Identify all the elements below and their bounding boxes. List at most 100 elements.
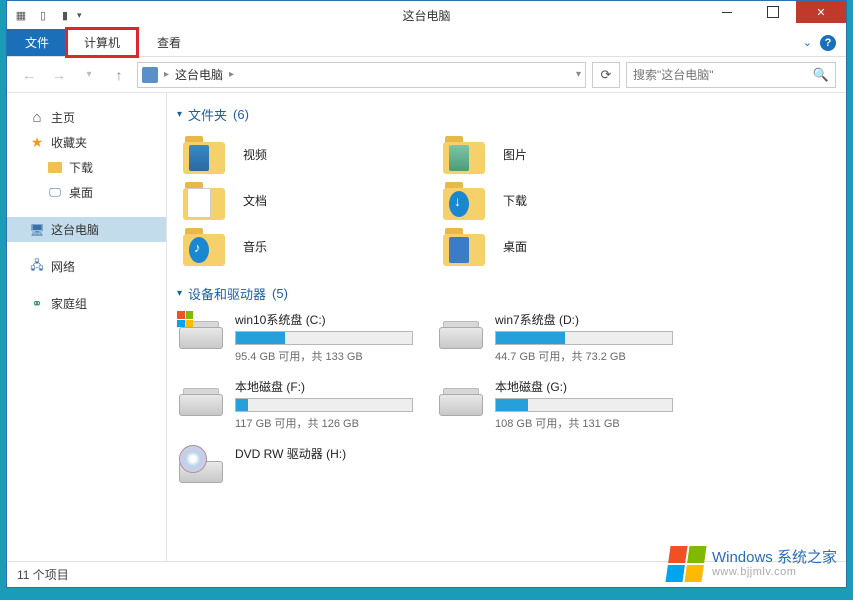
chevron-down-icon: ▾: [177, 109, 182, 120]
folder-label: 图片: [503, 146, 527, 163]
downloads-folder-icon: [441, 180, 489, 220]
watermark-brand: Windows: [712, 549, 773, 566]
content-pane: ▾ 文件夹 (6) 视频 图片 文档 下载 音乐 桌面 ▾ 设备和驱动器 (5): [167, 93, 846, 561]
folder-icon[interactable]: ▮: [55, 5, 75, 25]
forward-button[interactable]: →: [47, 63, 71, 87]
group-header-folders[interactable]: ▾ 文件夹 (6): [177, 99, 830, 132]
hdd-icon: [177, 378, 225, 418]
group-label: 文件夹: [188, 105, 227, 124]
sidebar-item-favorites[interactable]: 收藏夹: [7, 130, 166, 155]
sidebar-label: 收藏夹: [51, 134, 87, 151]
sidebar-label: 这台电脑: [51, 221, 99, 238]
location-icon: [142, 67, 158, 83]
address-bar[interactable]: ▸ 这台电脑 ▸ ▾: [137, 62, 586, 88]
sidebar-label: 家庭组: [51, 295, 87, 312]
drive-usage-bar: [495, 398, 673, 412]
drive-hdd[interactable]: 本地磁盘 (G:) 108 GB 可用，共 131 GB: [437, 378, 687, 431]
folder-desktop[interactable]: 桌面: [437, 224, 687, 268]
quick-access-toolbar: ▦ ▯ ▮ ▾: [7, 5, 89, 25]
hdd-icon: [177, 311, 225, 351]
ribbon-expand-icon[interactable]: ⌄: [803, 36, 812, 49]
folder-label: 桌面: [503, 238, 527, 255]
new-folder-icon[interactable]: ▯: [33, 5, 53, 25]
pictures-folder-icon: [441, 134, 489, 174]
folder-video[interactable]: 视频: [177, 132, 427, 176]
drive-name: win10系统盘 (C:): [235, 311, 413, 328]
breadcrumb-location[interactable]: 这台电脑: [175, 66, 223, 83]
group-count: (6): [233, 107, 249, 122]
recent-dropdown-icon[interactable]: ▾: [77, 63, 101, 87]
minimize-button[interactable]: [704, 1, 750, 23]
back-button[interactable]: ←: [17, 63, 41, 87]
pc-icon: [29, 222, 45, 238]
folder-label: 视频: [243, 146, 267, 163]
group-header-devices[interactable]: ▾ 设备和驱动器 (5): [177, 278, 830, 311]
folder-label: 音乐: [243, 238, 267, 255]
folder-documents[interactable]: 文档: [177, 178, 427, 222]
properties-icon[interactable]: ▦: [11, 5, 31, 25]
home-icon: [29, 110, 45, 126]
drive-usage-bar: [495, 331, 673, 345]
drive-hdd[interactable]: 本地磁盘 (F:) 117 GB 可用，共 126 GB: [177, 378, 427, 431]
maximize-button[interactable]: [750, 1, 796, 23]
window-controls: [704, 1, 846, 23]
navigation-bar: ← → ▾ ↑ ▸ 这台电脑 ▸ ▾ ⟳ 🔍: [7, 57, 846, 93]
sidebar-label: 下载: [69, 159, 93, 176]
tab-file[interactable]: 文件: [7, 29, 67, 56]
breadcrumb-sep-icon[interactable]: ▸: [229, 69, 234, 80]
search-icon[interactable]: 🔍: [813, 67, 829, 83]
sidebar-item-desktop[interactable]: 桌面: [7, 180, 166, 205]
homegroup-icon: [29, 296, 45, 312]
navigation-pane: 主页 收藏夹 下载 桌面 这台电脑 网络 家庭组: [7, 93, 167, 561]
sidebar-item-network[interactable]: 网络: [7, 254, 166, 279]
music-folder-icon: [181, 226, 229, 266]
drive-name: win7系统盘 (D:): [495, 311, 673, 328]
watermark-url: www.bjjmlv.com: [712, 566, 837, 578]
qat-dropdown-icon[interactable]: ▾: [77, 10, 89, 21]
sidebar-item-this-pc[interactable]: 这台电脑: [7, 217, 166, 242]
drive-name: 本地磁盘 (F:): [235, 378, 413, 395]
ribbon-menu: 文件 计算机 查看 ⌄ ?: [7, 29, 846, 57]
window-title: 这台电脑: [402, 7, 450, 24]
desktop-icon: [47, 185, 63, 201]
sidebar-label: 桌面: [69, 184, 93, 201]
hdd-icon: [437, 311, 485, 351]
breadcrumb-sep-icon[interactable]: ▸: [164, 69, 169, 80]
folder-downloads[interactable]: 下载: [437, 178, 687, 222]
folder-label: 文档: [243, 192, 267, 209]
desktop-folder-icon: [441, 226, 489, 266]
tab-computer[interactable]: 计算机: [65, 27, 139, 58]
up-button[interactable]: ↑: [107, 63, 131, 87]
drive-hdd[interactable]: win10系统盘 (C:) 95.4 GB 可用，共 133 GB: [177, 311, 427, 364]
windows-logo-icon: [665, 546, 706, 582]
drive-free-text: 108 GB 可用，共 131 GB: [495, 415, 673, 431]
drive-hdd[interactable]: win7系统盘 (D:) 44.7 GB 可用，共 73.2 GB: [437, 311, 687, 364]
star-icon: [29, 135, 45, 151]
dvd-drive-icon: [177, 445, 225, 485]
drive-name: 本地磁盘 (G:): [495, 378, 673, 395]
folder-music[interactable]: 音乐: [177, 224, 427, 268]
hdd-icon: [437, 378, 485, 418]
sidebar-item-home[interactable]: 主页: [7, 105, 166, 130]
group-label: 设备和驱动器: [188, 284, 266, 303]
sidebar-item-downloads[interactable]: 下载: [7, 155, 166, 180]
drive-free-text: 117 GB 可用，共 126 GB: [235, 415, 413, 431]
drive-usage-bar: [235, 398, 413, 412]
search-input[interactable]: [633, 68, 813, 82]
close-button[interactable]: [796, 1, 846, 23]
watermark: Windows 系统之家 www.bjjmlv.com: [668, 546, 837, 582]
search-box[interactable]: 🔍: [626, 62, 836, 88]
help-icon[interactable]: ?: [820, 35, 836, 51]
drive-optical[interactable]: DVD RW 驱动器 (H:): [177, 445, 427, 485]
address-dropdown-icon[interactable]: ▾: [576, 69, 581, 80]
folder-pictures[interactable]: 图片: [437, 132, 687, 176]
title-bar: ▦ ▯ ▮ ▾ 这台电脑: [7, 1, 846, 29]
tab-view[interactable]: 查看: [139, 29, 199, 56]
drive-usage-bar: [235, 331, 413, 345]
sidebar-item-homegroup[interactable]: 家庭组: [7, 291, 166, 316]
refresh-button[interactable]: ⟳: [592, 62, 620, 88]
drive-free-text: 95.4 GB 可用，共 133 GB: [235, 348, 413, 364]
drive-free-text: 44.7 GB 可用，共 73.2 GB: [495, 348, 673, 364]
chevron-down-icon: ▾: [177, 288, 182, 299]
sidebar-label: 主页: [51, 109, 75, 126]
